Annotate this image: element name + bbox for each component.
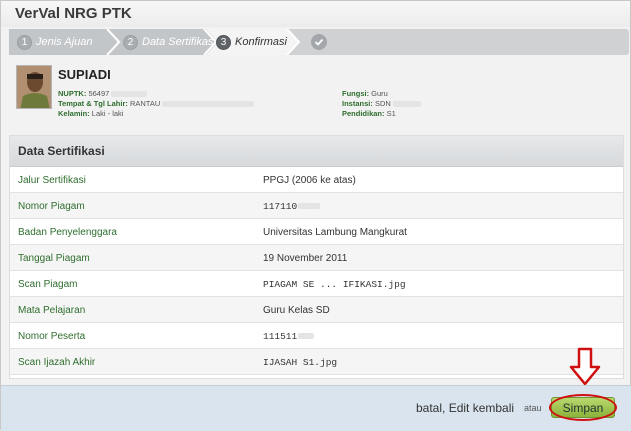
row-value: 117110	[263, 201, 321, 212]
pendidikan-value: S1	[386, 109, 396, 118]
title-bar: VerVal NRG PTK	[1, 1, 630, 27]
fungsi-field: Fungsi: Guru	[342, 89, 388, 99]
row-value: Guru Kelas SD	[263, 305, 330, 316]
row-label: Jalur Sertifikasi	[18, 175, 86, 186]
pendidikan-field: Pendidikan: S1	[342, 109, 396, 119]
kelamin-field: Kelamin: Laki - laki	[58, 109, 123, 119]
fungsi-value: Guru	[371, 89, 388, 98]
panel-title: Data Sertifikasi	[10, 136, 623, 167]
redaction	[111, 91, 148, 98]
batal-edit-link[interactable]: batal, Edit kembali	[416, 401, 514, 415]
annotation-red-ring	[549, 394, 617, 421]
redaction	[392, 101, 421, 108]
wizard-steps: 1 Jenis Ajuan 2 Data Sertifikasi 3 Konfi…	[9, 29, 629, 55]
step-2-number: 2	[123, 34, 138, 50]
table-row: Badan Penyelenggara Universitas Lambung …	[10, 219, 623, 245]
verval-window: VerVal NRG PTK 1 Jenis Ajuan 2 Data Sert…	[0, 0, 631, 431]
row-label: Nomor Piagam	[18, 201, 85, 212]
scan-piagam-link[interactable]: PIAGAM SE ... IFIKASI.jpg	[263, 279, 406, 290]
atau-text: atau	[524, 403, 542, 413]
scan-ijazah-link[interactable]: IJASAH S1.jpg	[263, 357, 337, 368]
row-label: Badan Penyelenggara	[18, 227, 117, 238]
profile-photo	[16, 65, 52, 109]
table-row: Nomor Piagam 117110	[10, 193, 623, 219]
annotation-down-arrow-icon	[569, 347, 601, 386]
pendidikan-label: Pendidikan:	[342, 109, 385, 118]
ttl-field: Tempat & Tgl Lahir: RANTAU	[58, 99, 255, 109]
step-3-number: 3	[216, 34, 231, 50]
table-row: Scan Piagam PIAGAM SE ... IFIKASI.jpg	[10, 271, 623, 297]
row-label: Nomor Peserta	[18, 331, 86, 342]
row-label: Tanggal Piagam	[18, 253, 90, 264]
row-value: Universitas Lambung Mangkurat	[263, 227, 407, 238]
table-row: Nomor Peserta 111511	[10, 323, 623, 349]
step-jenis-ajuan[interactable]: 1 Jenis Ajuan	[17, 29, 92, 55]
row-label: Scan Piagam	[18, 279, 78, 290]
row-value: 19 November 2011	[263, 253, 348, 264]
footer-bar: batal, Edit kembali atau Simpan	[1, 385, 631, 431]
nuptk-label: NUPTK:	[58, 89, 87, 98]
row-value: PPGJ (2006 ke atas)	[263, 175, 356, 186]
table-row: Tanggal Piagam 19 November 2011	[10, 245, 623, 271]
row-label: Scan Ijazah Akhir	[18, 357, 96, 368]
row-value: 111511	[263, 331, 315, 342]
step-3-label: Konfirmasi	[235, 36, 287, 48]
fungsi-label: Fungsi:	[342, 89, 370, 98]
table-row: Jalur Sertifikasi PPGJ (2006 ke atas)	[10, 167, 623, 193]
ptk-profile: SUPIADI NUPTK: 56497 Tempat & Tgl Lahir:…	[9, 59, 629, 127]
nuptk-value: 56497	[88, 89, 110, 98]
step-1-number: 1	[17, 34, 32, 50]
window-title: VerVal NRG PTK	[15, 5, 132, 22]
ttl-value: RANTAU	[129, 99, 161, 108]
step-2-label: Data Sertifikasi	[142, 36, 216, 48]
ptk-name: SUPIADI	[58, 67, 111, 82]
instansi-value: SDN	[374, 99, 391, 108]
data-sertifikasi-panel: Data Sertifikasi Jalur Sertifikasi PPGJ …	[9, 135, 624, 379]
nuptk-field: NUPTK: 56497	[58, 89, 148, 99]
table-row: Mata Pelajaran Guru Kelas SD	[10, 297, 623, 323]
instansi-label: Instansi:	[342, 99, 373, 108]
row-label: Mata Pelajaran	[18, 305, 86, 316]
kelamin-value: Laki - laki	[91, 109, 124, 118]
step-konfirmasi: 3 Konfirmasi	[216, 29, 287, 55]
step-1-label: Jenis Ajuan	[36, 36, 93, 48]
ttl-label: Tempat & Tgl Lahir:	[58, 99, 128, 108]
step-data-sertifikasi[interactable]: 2 Data Sertifikasi	[123, 29, 216, 55]
step-complete-check-icon	[311, 34, 327, 50]
instansi-field: Instansi: SDN	[342, 99, 421, 109]
kelamin-label: Kelamin:	[58, 109, 90, 118]
table-row: Scan Ijazah Akhir IJASAH S1.jpg	[10, 349, 623, 375]
redaction	[162, 101, 255, 108]
